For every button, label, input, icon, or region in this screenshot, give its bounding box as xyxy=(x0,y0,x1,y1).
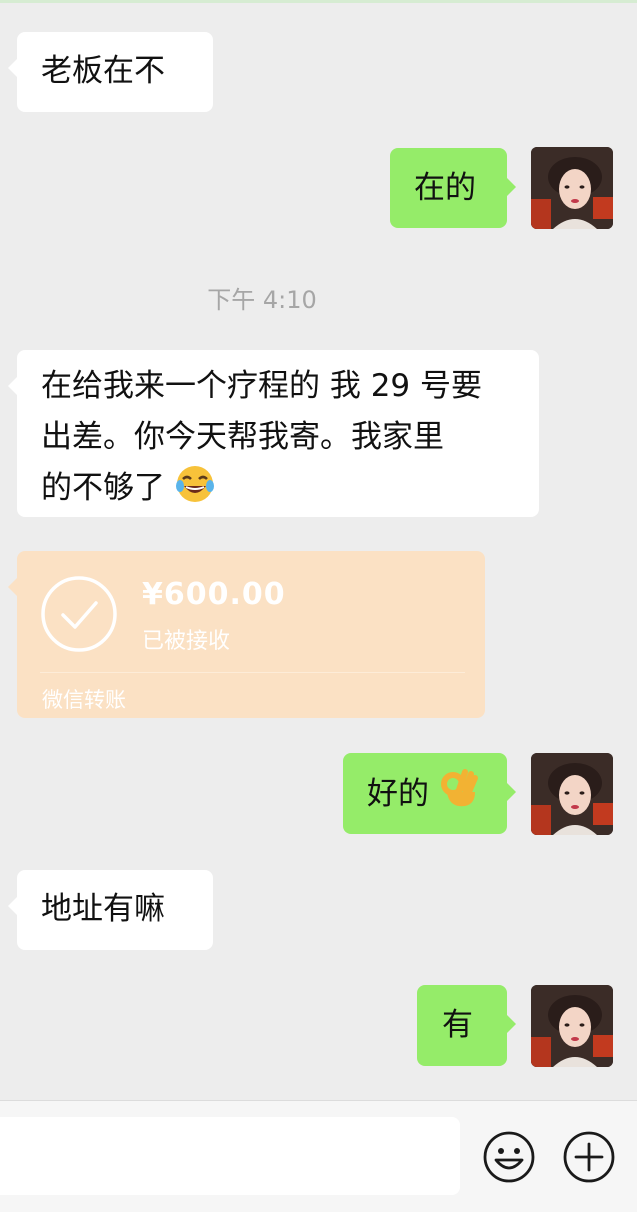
message-text: 的不够了 xyxy=(41,470,165,506)
wechat-transfer-card[interactable]: ¥600.00 已被接收 微信转账 xyxy=(8,551,485,718)
avatar-photo xyxy=(531,147,613,229)
message-line: 的不够了 xyxy=(41,463,539,520)
message-text: 地址有嘛 xyxy=(41,891,165,927)
ok-hand-emoji xyxy=(439,768,479,825)
message-timestamp: 下午 4:10 xyxy=(207,286,317,314)
outgoing-message-bubble[interactable]: 好的 xyxy=(343,753,516,834)
message-line: 在给我来一个疗程的 我 29 号要 xyxy=(41,368,483,404)
check-circle-icon xyxy=(41,576,117,652)
user-avatar[interactable] xyxy=(531,147,613,229)
user-avatar[interactable] xyxy=(531,753,613,835)
status-divider xyxy=(0,0,637,3)
incoming-message-bubble[interactable]: 老板在不 xyxy=(8,32,213,112)
message-text: 好的 xyxy=(367,776,429,812)
transfer-source-label: 微信转账 xyxy=(42,688,126,712)
transfer-divider xyxy=(40,672,465,673)
avatar-photo xyxy=(531,753,613,835)
plus-circle-icon[interactable] xyxy=(562,1130,616,1184)
incoming-message-bubble[interactable]: 地址有嘛 xyxy=(8,870,213,950)
smiley-face-icon[interactable] xyxy=(482,1130,536,1184)
message-text: 老板在不 xyxy=(41,53,165,89)
outgoing-message-bubble[interactable]: 在的 xyxy=(390,148,516,228)
message-line: 出差。你今天帮我寄。我家里 xyxy=(41,419,444,455)
message-text: 在的 xyxy=(414,170,476,206)
message-text: 有 xyxy=(442,1007,473,1043)
message-input[interactable] xyxy=(0,1117,460,1195)
incoming-message-bubble[interactable]: 在给我来一个疗程的 我 29 号要 出差。你今天帮我寄。我家里 的不够了 xyxy=(8,350,539,520)
chat-input-bar xyxy=(0,1100,637,1212)
avatar-photo xyxy=(531,985,613,1067)
transfer-amount: ¥600.00 xyxy=(142,577,286,612)
face-with-tears-of-joy-emoji xyxy=(175,464,215,520)
transfer-status: 已被接收 xyxy=(142,629,231,654)
user-avatar[interactable] xyxy=(531,985,613,1067)
outgoing-message-bubble[interactable]: 有 xyxy=(417,985,516,1066)
